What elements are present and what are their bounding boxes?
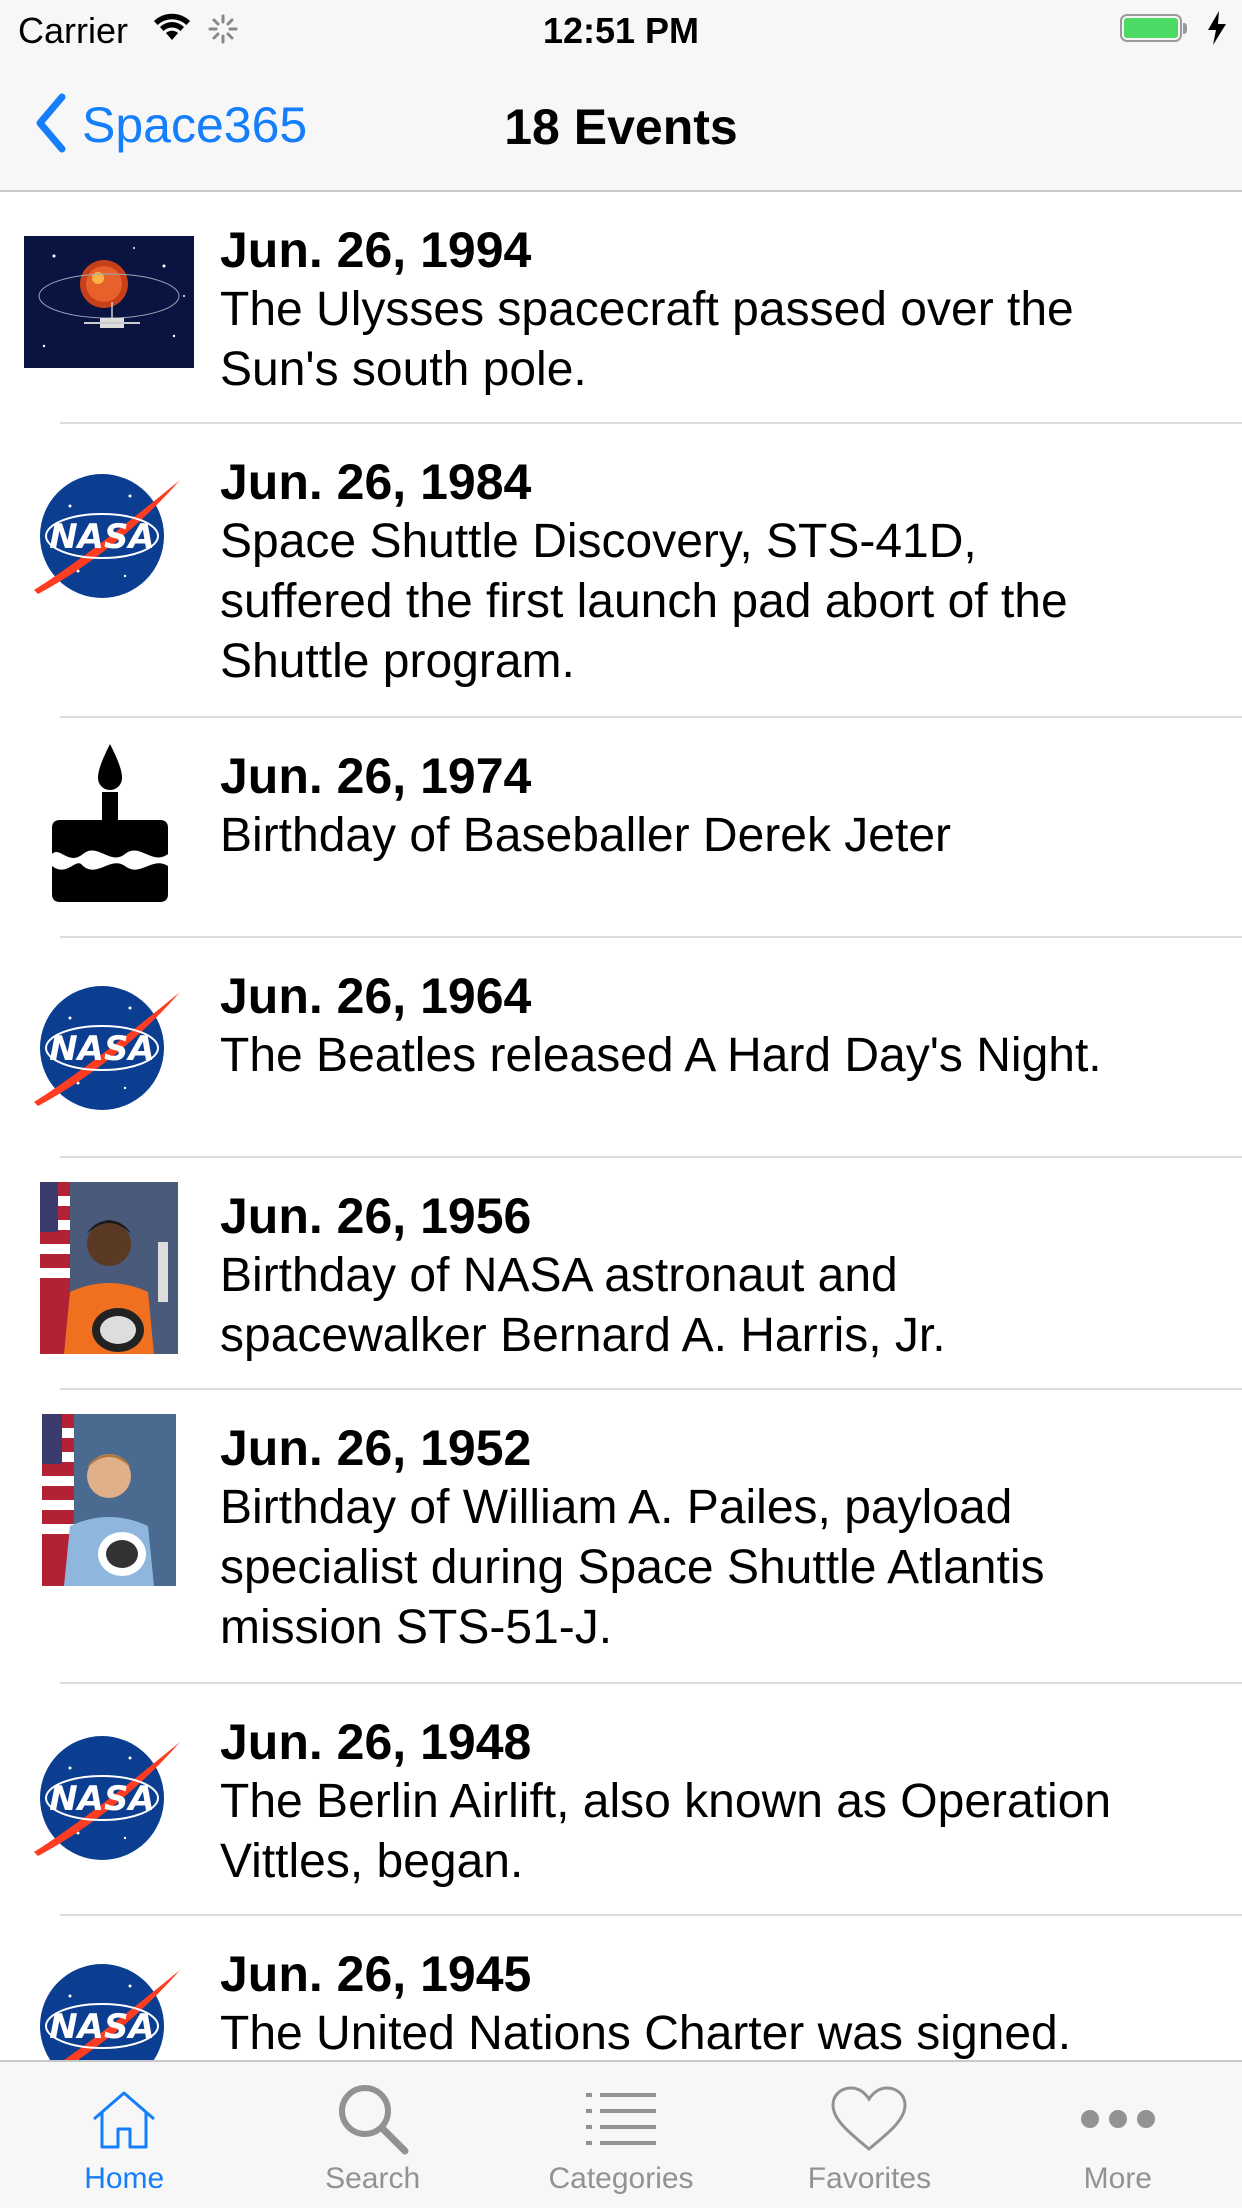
event-date: Jun. 26, 1984 (220, 454, 532, 510)
astronaut-portrait-orange (40, 1182, 178, 1354)
birthday-cake-icon (40, 742, 180, 908)
svg-text:NASA: NASA (49, 1029, 155, 1069)
list-item[interactable]: NASA Jun. 26, 1948 The Berlin Airlift, a… (0, 1684, 1242, 1916)
tab-favorites[interactable]: Favorites (745, 2062, 993, 2208)
tab-home-label: Home (84, 2162, 165, 2195)
tab-search-label: Search (325, 2162, 421, 2195)
event-date: Jun. 26, 1964 (220, 968, 532, 1024)
svg-text:NASA: NASA (49, 1779, 155, 1819)
list-item[interactable]: Jun. 26, 1956 Birthday of NASA astronaut… (0, 1158, 1242, 1390)
event-description-line: Space Shuttle Discovery, STS-41D, (220, 515, 977, 568)
tab-search[interactable]: Search (248, 2062, 496, 2208)
search-icon (335, 2074, 411, 2164)
heart-icon (829, 2074, 909, 2164)
nasa-logo: NASA (30, 1956, 186, 2060)
event-description-line: The Ulysses spacecraft passed over the (220, 283, 1074, 336)
more-icon (1080, 2074, 1156, 2164)
battery-icon (1120, 14, 1190, 44)
nasa-logo: NASA (30, 1728, 186, 1868)
list-icon (586, 2074, 657, 2164)
list-item[interactable]: Jun. 26, 1994 The Ulysses spacecraft pas… (0, 192, 1242, 424)
event-description-line: mission STS-51-J. (220, 1601, 613, 1654)
event-description-line: The Berlin Airlift, also known as Operat… (220, 1775, 1112, 1828)
event-description-line: suffered the first launch pad abort of t… (220, 575, 1068, 628)
list-item[interactable]: Jun. 26, 1974 Birthday of Baseballer Der… (0, 718, 1242, 938)
tab-categories[interactable]: Categories (497, 2062, 745, 2208)
event-date: Jun. 26, 1945 (220, 1946, 532, 2002)
charging-bolt-icon (1206, 10, 1228, 51)
event-description-line: Vittles, began. (220, 1835, 524, 1888)
event-description-line: specialist during Space Shuttle Atlantis (220, 1541, 1045, 1594)
nasa-logo: NASA (30, 978, 186, 1118)
event-date: Jun. 26, 1994 (220, 222, 532, 278)
list-item[interactable]: Jun. 26, 1952 Birthday of William A. Pai… (0, 1390, 1242, 1684)
event-date: Jun. 26, 1948 (220, 1714, 532, 1770)
event-description-line: Sun's south pole. (220, 343, 587, 396)
tab-home[interactable]: Home (0, 2062, 248, 2208)
home-icon (88, 2074, 160, 2164)
event-description-line: The United Nations Charter was signed. (220, 2007, 1072, 2060)
tab-more[interactable]: More (994, 2062, 1242, 2208)
event-description-line: spacewalker Bernard A. Harris, Jr. (220, 1309, 946, 1362)
event-description-line: Birthday of Baseballer Derek Jeter (220, 809, 952, 862)
svg-text:NASA: NASA (49, 517, 155, 557)
event-description-line: Birthday of NASA astronaut and (220, 1249, 898, 1302)
event-description-line: Shuttle program. (220, 635, 575, 688)
events-list: Jun. 26, 1994 The Ulysses spacecraft pas… (0, 192, 1242, 2060)
tab-categories-label: Categories (548, 2162, 694, 2195)
navigation-bar: Space365 18 Events (0, 60, 1242, 192)
status-time: 12:51 PM (542, 10, 700, 51)
list-item[interactable]: NASA Jun. 26, 1984 Space Shuttle Discove… (0, 424, 1242, 718)
list-item[interactable]: NASA Jun. 26, 1945 The United Nations Ch… (0, 1916, 1242, 2060)
event-date: Jun. 26, 1952 (220, 1420, 532, 1476)
status-bar: Carrier 12:51 PM (0, 0, 1242, 60)
nasa-logo: NASA (30, 466, 186, 606)
list-item[interactable]: NASA Jun. 26, 1964 The Beatles released … (0, 938, 1242, 1158)
event-description-line: The Beatles released A Hard Day's Night. (220, 1029, 1102, 1082)
event-description-line: Birthday of William A. Pailes, payload (220, 1481, 1013, 1534)
svg-text:NASA: NASA (49, 2007, 155, 2047)
event-date: Jun. 26, 1956 (220, 1188, 532, 1244)
tab-favorites-label: Favorites (807, 2162, 932, 2195)
ulysses-spacecraft-image (24, 236, 194, 368)
tab-bar: Home Search Categories Favorites More (0, 2060, 1242, 2208)
tab-more-label: More (1083, 2162, 1152, 2195)
page-title: 18 Events (504, 99, 738, 155)
event-date: Jun. 26, 1974 (220, 748, 532, 804)
astronaut-portrait-blue (42, 1414, 176, 1586)
